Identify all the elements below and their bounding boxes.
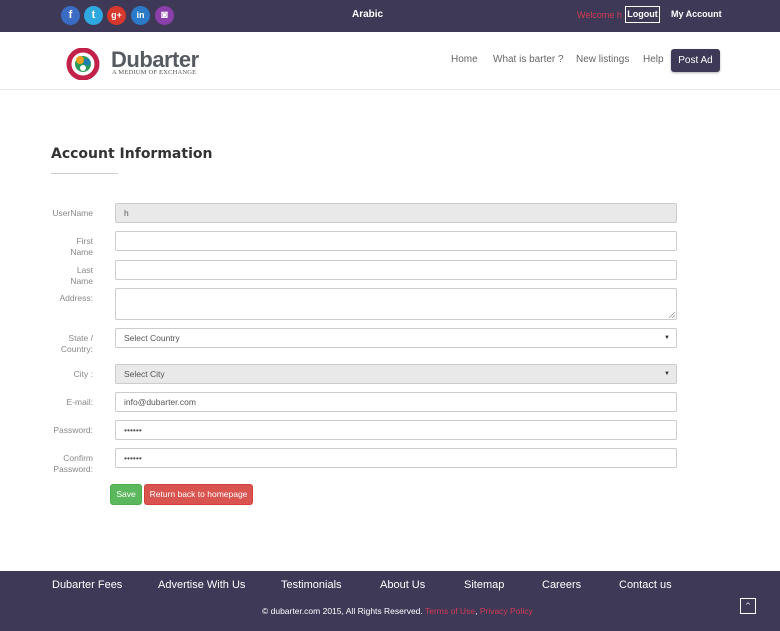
footer: Dubarter Fees Advertise With Us Testimon… (0, 571, 780, 631)
last-name-input[interactable] (115, 260, 677, 280)
footer-separator: , (475, 606, 478, 616)
city-label: City : (73, 369, 93, 379)
top-bar: f t g+ in ◙ Arabic Welcome h Logout My A… (0, 0, 780, 32)
logo-tagline: A MEDIUM OF EXCHANGE (112, 69, 197, 76)
logo[interactable]: Dubarter A MEDIUM OF EXCHANGE (66, 47, 206, 80)
password-label: Password: (53, 425, 93, 435)
logout-button[interactable]: Logout (625, 6, 660, 23)
title-divider (51, 173, 118, 174)
instagram-icon[interactable]: ◙ (155, 6, 174, 25)
facebook-icon[interactable]: f (61, 6, 80, 25)
footer-link-sitemap[interactable]: Sitemap (464, 579, 504, 591)
footer-link-testimonials[interactable]: Testimonials (281, 579, 342, 591)
back-to-top-icon[interactable]: ^ (740, 598, 756, 614)
post-ad-button[interactable]: Post Ad (671, 49, 720, 72)
email-label: E-mail: (66, 397, 93, 407)
country-select[interactable]: Select Country ▼ (115, 328, 677, 348)
nav-home[interactable]: Home (451, 54, 478, 65)
username-label: UserName (52, 208, 93, 218)
footer-link-contact[interactable]: Contact us (619, 579, 672, 591)
footer-link-advertise[interactable]: Advertise With Us (158, 579, 245, 591)
password-input[interactable]: •••••• (115, 420, 677, 440)
dropdown-caret-icon: ▼ (664, 371, 670, 377)
header: Dubarter A MEDIUM OF EXCHANGE Home What … (0, 32, 780, 90)
copyright: © dubarter.com 2015, All Rights Reserved… (262, 606, 533, 616)
city-select-value: Select City (124, 369, 165, 379)
state-country-label: State / Country: (60, 333, 93, 354)
resize-handle-icon[interactable] (668, 311, 675, 318)
dropdown-caret-icon: ▼ (664, 335, 670, 341)
language-link[interactable]: Arabic (352, 9, 383, 20)
google-plus-icon[interactable]: g+ (107, 6, 126, 25)
logo-mark-icon (66, 48, 100, 80)
address-label: Address: (59, 293, 93, 303)
privacy-link[interactable]: Privacy Policy (480, 606, 533, 616)
my-account-link[interactable]: My Account (671, 9, 722, 19)
first-name-input[interactable] (115, 231, 677, 251)
nav-new-listings[interactable]: New listings (576, 54, 629, 65)
username-field: h (115, 203, 677, 223)
copyright-text: © dubarter.com 2015, All Rights Reserved… (262, 606, 423, 616)
confirm-password-label: Confirm Password: (53, 453, 93, 474)
footer-link-about[interactable]: About Us (380, 579, 425, 591)
email-input[interactable]: info@dubarter.com (115, 392, 677, 412)
footer-link-careers[interactable]: Careers (542, 579, 581, 591)
page-title: Account Information (51, 146, 213, 162)
footer-link-fees[interactable]: Dubarter Fees (52, 579, 122, 591)
city-select[interactable]: Select City ▼ (115, 364, 677, 384)
linkedin-icon[interactable]: in (131, 6, 150, 25)
nav-help[interactable]: Help (643, 54, 664, 65)
nav-what-is-barter[interactable]: What is barter ? (493, 54, 564, 65)
return-homepage-button[interactable]: Return back to homepage (144, 484, 253, 505)
first-name-label: First Name (70, 236, 93, 257)
last-name-label: Last Name (70, 265, 93, 286)
terms-link[interactable]: Terms of Use (425, 606, 475, 616)
twitter-icon[interactable]: t (84, 6, 103, 25)
country-select-value: Select Country (124, 333, 180, 343)
welcome-text: Welcome h (577, 10, 622, 20)
save-button[interactable]: Save (110, 484, 142, 505)
address-textarea[interactable] (115, 288, 677, 320)
confirm-password-input[interactable]: •••••• (115, 448, 677, 468)
